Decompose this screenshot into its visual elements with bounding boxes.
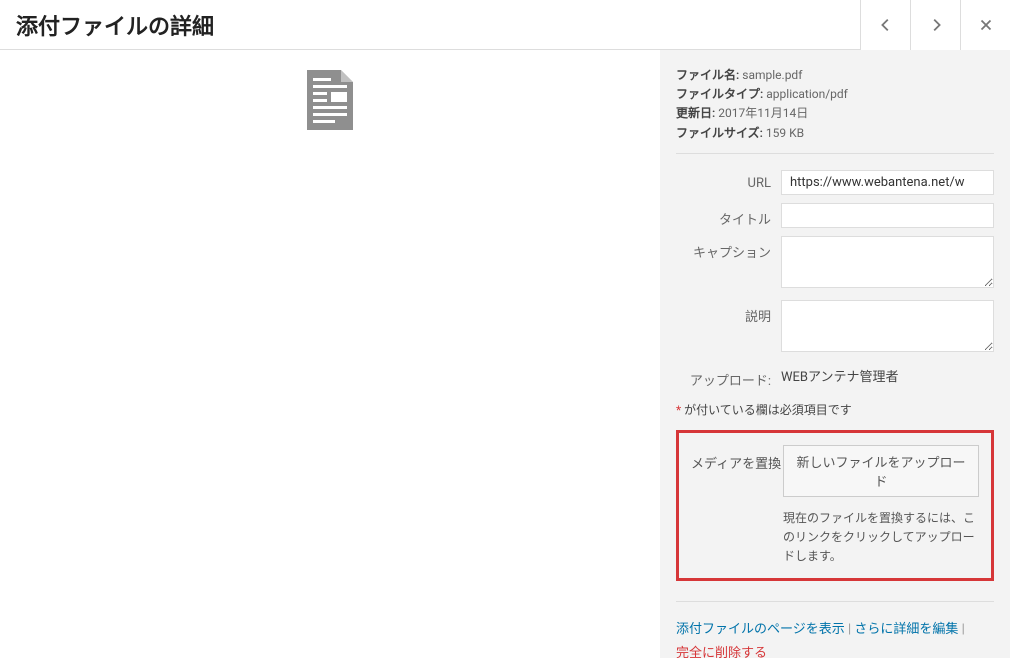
link-separator: | — [958, 622, 964, 637]
modal-header: 添付ファイルの詳細 — [0, 0, 1010, 50]
size-label: ファイルサイズ: — [676, 126, 763, 140]
description-label: 説明 — [676, 300, 781, 325]
title-input[interactable] — [781, 203, 994, 228]
caption-textarea[interactable] — [781, 236, 994, 288]
required-text: が付いている欄は必須項目です — [684, 403, 852, 417]
divider — [676, 153, 994, 154]
action-links: 添付ファイルのページを表示 | さらに詳細を編集 | 完全に削除する — [676, 618, 994, 658]
link-separator: | — [845, 622, 855, 637]
delete-permanently-link[interactable]: 完全に削除する — [676, 646, 767, 658]
close-button[interactable] — [960, 0, 1010, 50]
description-row: 説明 — [676, 300, 994, 356]
filename-value: sample.pdf — [742, 68, 802, 82]
upload-new-file-button[interactable]: 新しいファイルをアップロード — [783, 445, 979, 497]
date-row: 更新日: 2017年11月14日 — [676, 104, 994, 123]
next-button[interactable] — [910, 0, 960, 50]
edit-details-link[interactable]: さらに詳細を編集 — [854, 622, 958, 637]
view-attachment-link[interactable]: 添付ファイルのページを表示 — [676, 622, 845, 637]
url-label: URL — [676, 170, 781, 191]
file-info: ファイル名: sample.pdf ファイルタイプ: application/p… — [676, 66, 994, 143]
filetype-row: ファイルタイプ: application/pdf — [676, 85, 994, 104]
modal-body: ファイル名: sample.pdf ファイルタイプ: application/p… — [0, 50, 1010, 658]
date-value: 2017年11月14日 — [718, 106, 808, 120]
size-value: 159 KB — [766, 126, 804, 140]
caption-label: キャプション — [676, 236, 781, 261]
chevron-left-icon — [877, 16, 895, 34]
close-icon — [977, 16, 995, 34]
details-sidebar: ファイル名: sample.pdf ファイルタイプ: application/p… — [660, 50, 1010, 658]
replace-help-text: 現在のファイルを置換するには、このリンクをクリックしてアップロードします。 — [783, 509, 979, 567]
replace-label: メディアを置換 — [691, 445, 783, 472]
filename-row: ファイル名: sample.pdf — [676, 66, 994, 85]
chevron-right-icon — [927, 16, 945, 34]
uploader-value: WEBアンテナ管理者 — [781, 364, 994, 385]
title-label: タイトル — [676, 203, 781, 228]
divider — [676, 601, 994, 602]
required-note: * が付いている欄は必須項目です — [676, 401, 994, 418]
modal-title: 添付ファイルの詳細 — [0, 9, 860, 41]
url-row: URL — [676, 170, 994, 195]
caption-row: キャプション — [676, 236, 994, 292]
filetype-value: application/pdf — [766, 87, 848, 101]
prev-button[interactable] — [860, 0, 910, 50]
uploader-label: アップロード: — [676, 364, 781, 389]
filename-label: ファイル名: — [676, 68, 739, 82]
title-row: タイトル — [676, 203, 994, 228]
document-icon — [307, 70, 353, 134]
description-textarea[interactable] — [781, 300, 994, 352]
url-input[interactable] — [781, 170, 994, 195]
filetype-label: ファイルタイプ: — [676, 87, 763, 101]
preview-area — [0, 50, 660, 658]
size-row: ファイルサイズ: 159 KB — [676, 124, 994, 143]
replace-media-box: メディアを置換 新しいファイルをアップロード 現在のファイルを置換するには、この… — [676, 430, 994, 582]
uploader-row: アップロード: WEBアンテナ管理者 — [676, 364, 994, 389]
asterisk: * — [676, 403, 681, 417]
date-label: 更新日: — [676, 106, 715, 120]
